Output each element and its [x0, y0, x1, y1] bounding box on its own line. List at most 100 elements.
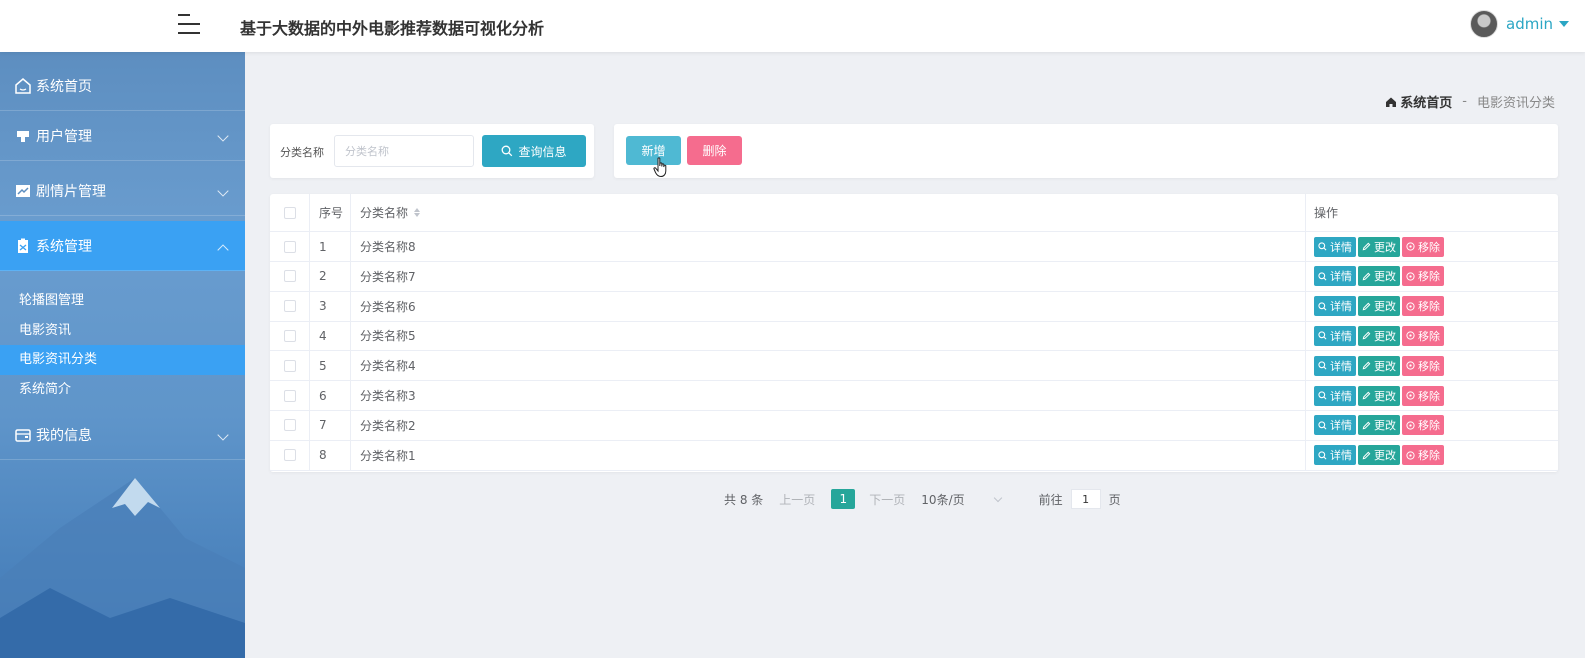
- detail-button[interactable]: 详情: [1314, 385, 1356, 406]
- edit-button[interactable]: 更改: [1358, 266, 1400, 287]
- page-suffix: 页: [1108, 492, 1121, 507]
- row-checkbox[interactable]: [283, 240, 296, 253]
- sidebar-item-home[interactable]: 系统首页: [0, 61, 245, 111]
- row-checkbox[interactable]: [283, 449, 296, 462]
- search-input[interactable]: [334, 135, 474, 167]
- sidebar-subitem-news-category[interactable]: 电影资讯分类: [0, 345, 245, 375]
- sidebar-item-label: 我的信息: [36, 427, 92, 444]
- detail-label: 详情: [1330, 359, 1352, 373]
- sidebar-item-my-info[interactable]: 我的信息: [0, 410, 245, 460]
- remove-circle-icon: [1406, 301, 1415, 311]
- avatar: [1470, 10, 1498, 38]
- sidebar-item-users[interactable]: 用户管理: [0, 111, 245, 161]
- sidebar-subitem-carousel[interactable]: 轮播图管理: [0, 286, 245, 316]
- action-panel: 新增 删除: [614, 124, 1558, 178]
- detail-button[interactable]: 详情: [1314, 236, 1356, 257]
- row-name: 分类名称7: [351, 261, 1306, 291]
- search-panel: 分类名称 查询信息: [270, 124, 594, 178]
- remove-button[interactable]: 移除: [1402, 385, 1444, 406]
- sort-icon[interactable]: [414, 208, 421, 217]
- edit-label: 更改: [1374, 449, 1396, 463]
- sidebar: 系统首页 用户管理 剧情片管理 系统管理 轮播图管理 电影资讯 电影资讯分类 系…: [0, 52, 245, 658]
- search-icon: [1318, 421, 1327, 430]
- sidebar-item-label: 系统首页: [36, 78, 92, 95]
- remove-button[interactable]: 移除: [1402, 325, 1444, 346]
- remove-button[interactable]: 移除: [1402, 415, 1444, 436]
- edit-label: 更改: [1374, 419, 1396, 433]
- edit-button[interactable]: 更改: [1358, 385, 1400, 406]
- header-name[interactable]: 分类名称: [351, 194, 1306, 231]
- chevron-down-icon: [217, 429, 229, 441]
- detail-button[interactable]: 详情: [1314, 415, 1356, 436]
- mountain-illustration: [0, 478, 245, 658]
- remove-label: 移除: [1418, 240, 1440, 254]
- caret-down-icon: [1559, 21, 1569, 27]
- sidebar-subitem-movie-news[interactable]: 电影资讯: [0, 316, 245, 346]
- breadcrumb-home[interactable]: 系统首页: [1385, 92, 1452, 111]
- page-size-select[interactable]: 10条/页: [921, 491, 1002, 508]
- sidebar-item-drama[interactable]: 剧情片管理: [0, 166, 245, 216]
- menu-toggle-icon[interactable]: [178, 14, 200, 34]
- search-icon: [1318, 361, 1327, 370]
- select-all-checkbox[interactable]: [283, 206, 296, 219]
- pencil-icon: [1362, 272, 1371, 281]
- table-row: 4 分类名称5 详情 更改 移除: [270, 321, 1558, 352]
- pencil-icon: [1362, 391, 1371, 400]
- row-name: 分类名称1: [351, 440, 1306, 470]
- detail-button[interactable]: 详情: [1314, 325, 1356, 346]
- row-actions: 详情 更改 移除: [1306, 321, 1558, 350]
- sidebar-item-system[interactable]: 系统管理: [0, 221, 245, 271]
- row-index: 2: [310, 261, 351, 291]
- row-name: 分类名称2: [351, 410, 1306, 440]
- edit-button[interactable]: 更改: [1358, 296, 1400, 317]
- search-icon: [1318, 391, 1327, 400]
- row-checkbox[interactable]: [283, 359, 296, 372]
- breadcrumb-current: 电影资讯分类: [1476, 96, 1555, 111]
- edit-button[interactable]: 更改: [1358, 415, 1400, 436]
- row-name: 分类名称3: [351, 381, 1306, 410]
- row-checkbox[interactable]: [283, 329, 296, 342]
- query-button[interactable]: 查询信息: [482, 135, 586, 167]
- remove-circle-icon: [1406, 242, 1415, 251]
- prev-page-button[interactable]: 上一页: [779, 491, 815, 508]
- hand-cursor-icon: [653, 157, 667, 178]
- detail-button[interactable]: 详情: [1314, 445, 1356, 466]
- edit-button[interactable]: 更改: [1358, 325, 1400, 346]
- detail-label: 详情: [1330, 300, 1352, 314]
- edit-button[interactable]: 更改: [1358, 236, 1400, 257]
- user-menu[interactable]: admin: [1470, 10, 1569, 38]
- page-1-button[interactable]: 1: [831, 489, 856, 509]
- row-index: 4: [310, 321, 351, 351]
- pagination: 共 8 条 上一页 1 下一页 10条/页 前往 页: [724, 487, 1121, 511]
- remove-button[interactable]: 移除: [1402, 355, 1444, 376]
- row-checkbox[interactable]: [283, 270, 296, 283]
- pencil-icon: [1362, 332, 1371, 340]
- search-icon: [1318, 301, 1327, 311]
- delete-button[interactable]: 删除: [687, 136, 742, 165]
- next-page-button[interactable]: 下一页: [869, 491, 905, 508]
- page-size-label: 10条/页: [921, 492, 965, 507]
- remove-button[interactable]: 移除: [1402, 296, 1444, 317]
- remove-button[interactable]: 移除: [1402, 445, 1444, 466]
- row-checkbox[interactable]: [283, 419, 296, 432]
- row-checkbox[interactable]: [283, 300, 296, 313]
- pencil-icon: [1362, 451, 1371, 459]
- row-name: 分类名称8: [351, 232, 1306, 261]
- edit-button[interactable]: 更改: [1358, 355, 1400, 376]
- detail-button[interactable]: 详情: [1314, 266, 1356, 287]
- row-checkbox[interactable]: [283, 389, 296, 402]
- remove-button[interactable]: 移除: [1402, 236, 1444, 257]
- header-name-label: 分类名称: [360, 206, 409, 220]
- row-index: 7: [310, 410, 351, 440]
- search-label: 分类名称: [280, 146, 324, 159]
- detail-button[interactable]: 详情: [1314, 355, 1356, 376]
- detail-label: 详情: [1330, 419, 1352, 433]
- edit-button[interactable]: 更改: [1358, 445, 1400, 466]
- sidebar-subitem-system-intro[interactable]: 系统简介: [0, 375, 245, 405]
- goto-page-input[interactable]: [1070, 489, 1101, 509]
- row-actions: 详情 更改 移除: [1306, 441, 1558, 470]
- remove-button[interactable]: 移除: [1402, 266, 1444, 287]
- detail-button[interactable]: 详情: [1314, 296, 1356, 317]
- search-icon: [502, 145, 513, 157]
- breadcrumb-home-label: 系统首页: [1400, 96, 1453, 111]
